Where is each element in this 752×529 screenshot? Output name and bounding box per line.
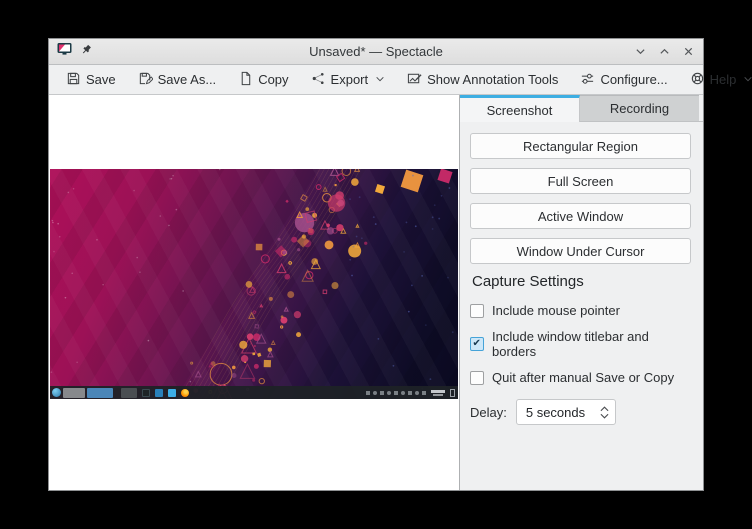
pin-icon[interactable] bbox=[80, 43, 92, 61]
copy-button[interactable]: Copy bbox=[227, 67, 299, 93]
screenshot-preview-area bbox=[49, 95, 459, 490]
tab-screenshot[interactable]: Screenshot bbox=[460, 95, 580, 122]
preview-task-entry bbox=[63, 388, 85, 398]
rectangular-region-button[interactable]: Rectangular Region bbox=[470, 133, 691, 159]
save-as-icon bbox=[138, 71, 153, 89]
delay-row: Delay: 5 seconds bbox=[470, 399, 691, 425]
preview-show-desktop bbox=[450, 389, 455, 397]
show-annotation-tools-button[interactable]: Show Annotation Tools bbox=[396, 67, 569, 93]
desktop-background: { "window": { "title": "Unsaved* — Spect… bbox=[0, 0, 752, 529]
mode-tabs: Screenshot Recording bbox=[460, 95, 703, 122]
delay-value[interactable]: 5 seconds bbox=[526, 405, 600, 420]
save-icon bbox=[66, 71, 81, 89]
screenshot-preview-image bbox=[50, 169, 458, 399]
toolbar: Save Save As... Copy bbox=[49, 65, 703, 95]
maximize-button[interactable] bbox=[657, 45, 671, 59]
checkbox[interactable] bbox=[470, 304, 484, 318]
help-button[interactable]: Help bbox=[679, 67, 752, 93]
checkbox[interactable] bbox=[470, 337, 484, 351]
delay-label: Delay: bbox=[470, 405, 507, 420]
full-screen-button[interactable]: Full Screen bbox=[470, 168, 691, 194]
preview-app-icon bbox=[155, 389, 163, 397]
preview-launcher-icon bbox=[52, 388, 61, 397]
option-include-window-titlebar[interactable]: Include window titlebar and borders bbox=[470, 329, 691, 359]
help-icon bbox=[690, 71, 705, 89]
chevron-down-icon bbox=[743, 72, 752, 87]
preview-terminal-icon bbox=[142, 389, 150, 397]
copy-icon bbox=[238, 71, 253, 89]
configure-button[interactable]: Configure... bbox=[569, 67, 678, 93]
titlebar[interactable]: Unsaved* — Spectacle bbox=[49, 39, 703, 65]
capture-panel: Screenshot Recording Rectangular Region … bbox=[459, 95, 703, 490]
minimize-button[interactable] bbox=[633, 45, 647, 59]
window-title: Unsaved* — Spectacle bbox=[49, 44, 703, 59]
export-button[interactable]: Export bbox=[300, 67, 397, 93]
option-quit-after-save[interactable]: Quit after manual Save or Copy bbox=[470, 370, 691, 385]
delay-spinbox[interactable]: 5 seconds bbox=[516, 399, 616, 425]
spectacle-window: Unsaved* — Spectacle bbox=[48, 38, 704, 491]
spinner-arrows[interactable] bbox=[600, 406, 609, 419]
preview-folder-icon bbox=[168, 389, 176, 397]
preview-task-entry bbox=[121, 388, 137, 398]
save-as-button[interactable]: Save As... bbox=[127, 67, 228, 93]
preview-firefox-icon bbox=[181, 389, 189, 397]
tab-recording[interactable]: Recording bbox=[580, 95, 699, 122]
close-button[interactable] bbox=[681, 45, 695, 59]
preview-clock bbox=[431, 390, 445, 396]
preview-task-entry bbox=[87, 388, 113, 398]
spectacle-app-icon bbox=[57, 42, 72, 61]
capture-settings-heading: Capture Settings bbox=[472, 273, 691, 290]
save-button[interactable]: Save bbox=[55, 67, 127, 93]
window-under-cursor-button[interactable]: Window Under Cursor bbox=[470, 238, 691, 264]
annotation-icon bbox=[407, 71, 422, 89]
active-window-button[interactable]: Active Window bbox=[470, 203, 691, 229]
configure-sliders-icon bbox=[580, 71, 595, 89]
export-share-icon bbox=[311, 71, 326, 89]
preview-taskbar bbox=[50, 386, 458, 399]
preview-system-tray bbox=[366, 391, 426, 395]
wallpaper-shapes bbox=[50, 169, 458, 399]
checkbox[interactable] bbox=[470, 371, 484, 385]
option-include-mouse-pointer[interactable]: Include mouse pointer bbox=[470, 303, 691, 318]
chevron-down-icon bbox=[375, 72, 385, 87]
